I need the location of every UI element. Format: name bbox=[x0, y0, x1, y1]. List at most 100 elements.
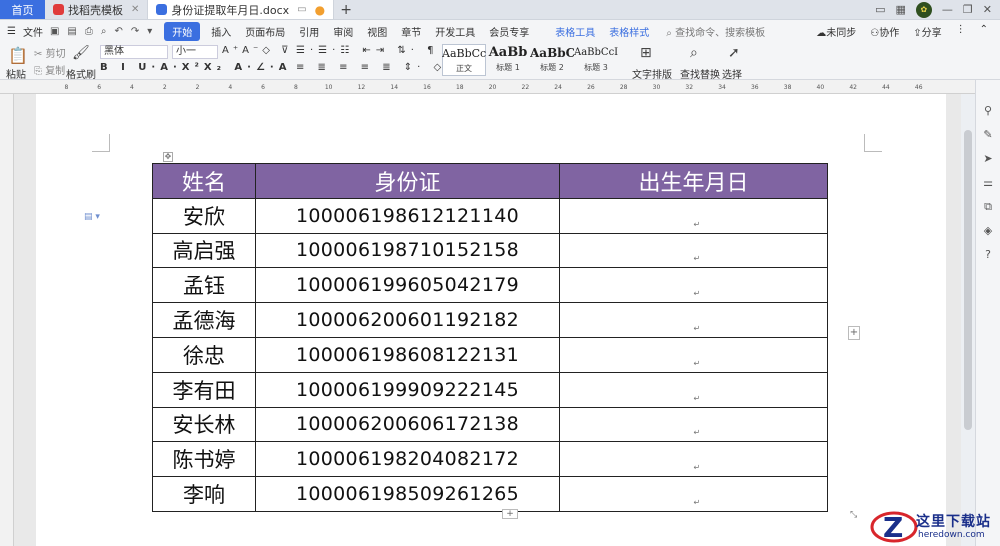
id-cell[interactable]: 100006198608122131 bbox=[255, 336, 560, 373]
print-icon[interactable]: ⎙ bbox=[85, 26, 93, 37]
id-cell[interactable]: 100006200606172138 bbox=[255, 406, 560, 443]
birth-cell[interactable]: ↵ bbox=[559, 441, 828, 478]
name-cell[interactable]: 孟德海 bbox=[152, 302, 256, 338]
minimize-icon[interactable]: — bbox=[942, 3, 953, 16]
close-window-icon[interactable]: ✕ bbox=[983, 3, 992, 16]
new-tab-button[interactable]: + bbox=[334, 0, 358, 19]
name-cell[interactable]: 徐忠 bbox=[152, 336, 256, 373]
find-replace-label[interactable]: 查找替换 bbox=[680, 66, 720, 81]
birth-cell[interactable]: ↵ bbox=[559, 476, 828, 512]
vertical-scrollbar[interactable] bbox=[961, 94, 975, 546]
hamburger-icon[interactable]: ☰ bbox=[0, 26, 23, 37]
name-cell[interactable]: 李有田 bbox=[152, 371, 256, 408]
font-name-select[interactable]: 黑体 bbox=[100, 45, 168, 59]
add-row-button[interactable]: + bbox=[502, 509, 518, 519]
id-cell[interactable]: 100006199605042179 bbox=[255, 267, 560, 304]
header-cell-birth[interactable]: 出生年月日 bbox=[559, 163, 828, 199]
menu-developer[interactable]: 开发工具 bbox=[428, 24, 482, 39]
find-replace-icon[interactable]: ⌕ bbox=[690, 45, 698, 61]
cut-button[interactable]: ✂ 剪切 bbox=[34, 45, 66, 60]
scrollbar-thumb[interactable] bbox=[964, 130, 972, 430]
id-cell[interactable]: 100006198710152158 bbox=[255, 232, 560, 269]
close-icon[interactable]: ✕ bbox=[131, 4, 139, 15]
id-cell[interactable]: 100006200601192182 bbox=[255, 302, 560, 338]
font-size-tools[interactable]: A⁺A⁻◇ ⊽ bbox=[222, 45, 292, 56]
menu-table-tools[interactable]: 表格工具 bbox=[548, 24, 602, 39]
birth-cell[interactable]: ↵ bbox=[559, 371, 828, 408]
birth-cell[interactable]: ↵ bbox=[559, 197, 828, 234]
vertical-ruler[interactable] bbox=[0, 94, 14, 546]
menu-review[interactable]: 审阅 bbox=[326, 24, 360, 39]
table-resize-handle[interactable]: ⤡ bbox=[850, 510, 857, 520]
style-normal[interactable]: AaBbCcDd 正文 bbox=[442, 44, 486, 76]
menu-view[interactable]: 视图 bbox=[360, 24, 394, 39]
id-cell[interactable]: 100006198204082172 bbox=[255, 441, 560, 478]
help-icon[interactable]: ? bbox=[981, 248, 995, 262]
text-layout-label[interactable]: 文字排版 bbox=[632, 66, 672, 81]
name-cell[interactable]: 孟钰 bbox=[152, 267, 256, 304]
menu-file[interactable]: 文件 bbox=[23, 24, 50, 39]
grid-icon[interactable]: ▦ bbox=[896, 3, 906, 16]
paragraph-options-icon[interactable]: ▤ ▾ bbox=[84, 212, 100, 222]
sync-status[interactable]: ☁未同步 bbox=[816, 24, 856, 39]
menu-chapter[interactable]: 章节 bbox=[394, 24, 428, 39]
id-cell[interactable]: 100006198509261265 bbox=[255, 476, 560, 512]
menu-insert[interactable]: 插入 bbox=[204, 24, 238, 39]
location-icon[interactable]: ◈ bbox=[981, 224, 995, 238]
birth-cell[interactable]: ↵ bbox=[559, 302, 828, 338]
format-painter-label[interactable]: 格式刷 bbox=[66, 66, 96, 81]
collapse-ribbon-icon[interactable]: ⌃ bbox=[980, 24, 988, 39]
adjust-icon[interactable]: ⚌ bbox=[981, 176, 995, 190]
save-icon[interactable]: ▣ bbox=[50, 26, 59, 37]
name-cell[interactable]: 高启强 bbox=[152, 232, 256, 269]
more-icon[interactable]: ▾ bbox=[147, 26, 152, 37]
select-label[interactable]: 选择 bbox=[722, 66, 742, 81]
avatar[interactable]: ✿ bbox=[915, 1, 932, 18]
style-heading-2[interactable]: AaBbC 标题 2 bbox=[530, 44, 574, 76]
birth-cell[interactable]: ↵ bbox=[559, 336, 828, 373]
collaborate-button[interactable]: ⚇协作 bbox=[870, 24, 899, 39]
tab-template[interactable]: 找稻壳模板 ✕ bbox=[45, 0, 149, 19]
select-cursor-icon[interactable]: ➤ bbox=[981, 152, 995, 166]
tab-document[interactable]: 身份证提取年月日.docx ▭ ● bbox=[148, 0, 335, 19]
add-column-button[interactable]: + bbox=[848, 326, 860, 340]
more-menu-icon[interactable]: ⋮ bbox=[956, 24, 966, 39]
name-cell[interactable]: 安长林 bbox=[152, 406, 256, 443]
share-button[interactable]: ⇪分享 bbox=[913, 24, 941, 39]
birth-cell[interactable]: ↵ bbox=[559, 267, 828, 304]
open-icon[interactable]: ▤ bbox=[67, 26, 76, 37]
table-move-handle[interactable]: ✥ bbox=[163, 152, 173, 162]
name-cell[interactable]: 陈书婷 bbox=[152, 441, 256, 478]
menu-references[interactable]: 引用 bbox=[292, 24, 326, 39]
id-cell[interactable]: 100006199909222145 bbox=[255, 371, 560, 408]
redo-icon[interactable]: ↷ bbox=[131, 26, 139, 37]
style-panel-icon[interactable]: ⚲ bbox=[981, 104, 995, 118]
translate-icon[interactable]: ⧉ bbox=[981, 200, 995, 214]
restore-icon[interactable]: ❐ bbox=[963, 3, 973, 16]
document-page[interactable]: ✥ ▤ ▾ 姓名 身份证 出生年月日 安欣 100006198612121140… bbox=[36, 94, 946, 546]
preview-icon[interactable]: ⌕ bbox=[101, 26, 107, 37]
layout-icon[interactable]: ▭ bbox=[875, 3, 885, 16]
menu-table-style[interactable]: 表格样式 bbox=[602, 24, 656, 39]
menu-member[interactable]: 会员专享 bbox=[482, 24, 536, 39]
paragraph-tools[interactable]: ☰·☰·☷ ⇤⇥ ⇅· ¶ ⇆ bbox=[296, 45, 460, 56]
font-size-select[interactable]: 小一 bbox=[172, 45, 218, 59]
copy-button[interactable]: ⎘ 复制 bbox=[34, 62, 65, 77]
style-heading-3[interactable]: AaBbCcI 标题 3 bbox=[574, 44, 618, 76]
header-cell-id[interactable]: 身份证 bbox=[255, 163, 560, 199]
paste-label[interactable]: 粘贴 bbox=[6, 66, 26, 81]
id-cell[interactable]: 100006198612121140 bbox=[255, 197, 560, 234]
format-painter-icon[interactable]: 🖌 bbox=[72, 45, 90, 61]
font-style-tools[interactable]: B I U·A·X²X₂ A·∠·A bbox=[100, 62, 291, 73]
menu-layout[interactable]: 页面布局 bbox=[238, 24, 292, 39]
name-cell[interactable]: 李响 bbox=[152, 476, 256, 512]
style-heading-1[interactable]: AaBb 标题 1 bbox=[486, 44, 530, 76]
text-layout-icon[interactable]: ⊞ bbox=[640, 45, 652, 61]
birth-cell[interactable]: ↵ bbox=[559, 232, 828, 269]
cursor-icon[interactable]: ➚ bbox=[728, 45, 740, 61]
header-cell-name[interactable]: 姓名 bbox=[152, 163, 256, 199]
undo-icon[interactable]: ↶ bbox=[114, 26, 122, 37]
horizontal-ruler[interactable]: 8 6 4 2 2 4 6 8 10 12 14 16 18 20 22 24 26 28 30 32 34 36 38 40… bbox=[0, 80, 975, 94]
name-cell[interactable]: 安欣 bbox=[152, 197, 256, 234]
menu-start[interactable]: 开始 bbox=[164, 21, 201, 41]
